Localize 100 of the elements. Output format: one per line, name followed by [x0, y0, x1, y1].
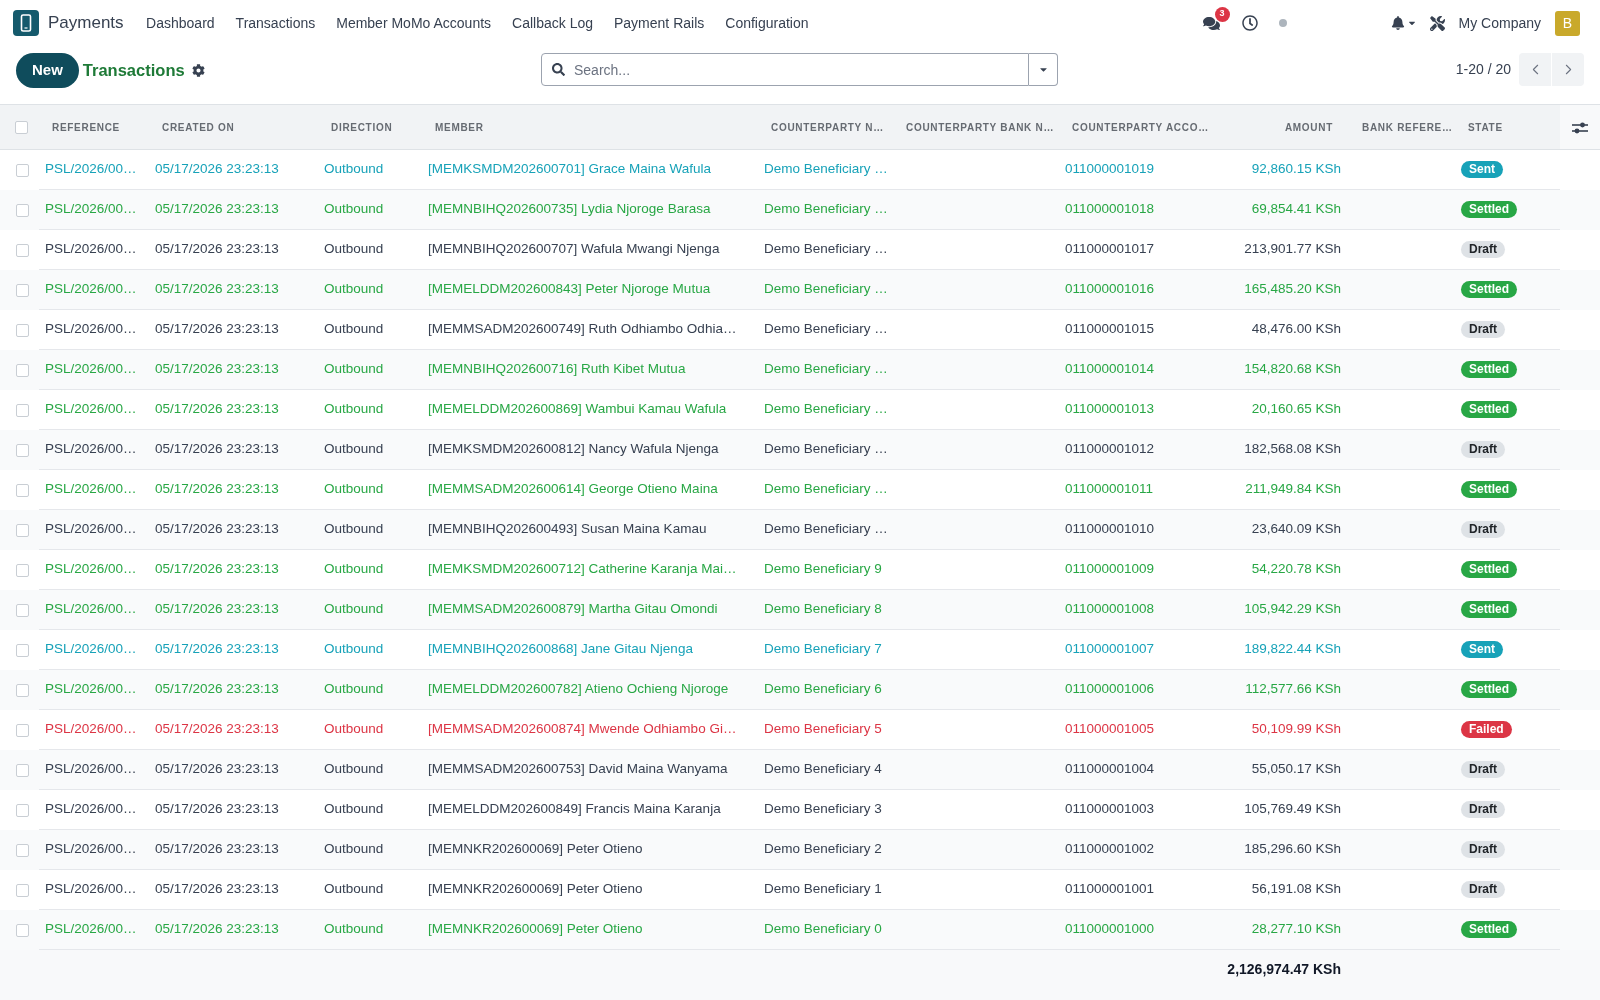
- table-cell: 05/17/2026 23:23:13: [149, 789, 318, 830]
- row-checkbox[interactable]: [16, 803, 29, 817]
- table-cell: Demo Beneficiary …: [758, 469, 893, 510]
- row-checkbox[interactable]: [16, 763, 29, 777]
- row-checkbox[interactable]: [16, 363, 29, 377]
- row-checkbox[interactable]: [16, 843, 29, 857]
- new-button[interactable]: New: [16, 53, 79, 88]
- menu-item[interactable]: Configuration: [714, 0, 820, 46]
- table-cell: 05/17/2026 23:23:13: [149, 269, 318, 310]
- table-cell: [MEMNBIHQ202600716] Ruth Kibet Mutua: [422, 349, 758, 390]
- column-header[interactable]: BANK REFERE…: [1349, 104, 1455, 150]
- table-cell: PSL/2026/00…: [39, 189, 149, 230]
- table-cell: 112,577.66 KSh: [1211, 669, 1349, 710]
- state-badge: Settled: [1461, 481, 1517, 499]
- row-checkbox[interactable]: [16, 643, 29, 657]
- app-name[interactable]: Payments: [48, 10, 124, 36]
- row-checkbox[interactable]: [16, 323, 29, 337]
- table-cell: Demo Beneficiary 5: [758, 709, 893, 750]
- search-options-button[interactable]: [1029, 53, 1058, 86]
- table-cell: 011000001010: [1059, 509, 1211, 550]
- menu-item[interactable]: Payment Rails: [603, 0, 715, 46]
- table-cell: 05/17/2026 23:23:13: [149, 749, 318, 790]
- table-cell: Demo Beneficiary 6: [758, 669, 893, 710]
- row-checkbox[interactable]: [16, 283, 29, 297]
- next-page-button[interactable]: [1552, 53, 1584, 86]
- table-cell: Outbound: [318, 149, 422, 190]
- table-cell: Outbound: [318, 189, 422, 230]
- table-cell: 182,568.08 KSh: [1211, 429, 1349, 470]
- row-checkbox[interactable]: [16, 443, 29, 457]
- row-checkbox[interactable]: [16, 403, 29, 417]
- column-header[interactable]: MEMBER: [422, 104, 758, 150]
- table-cell: 011000001011: [1059, 469, 1211, 510]
- company-name[interactable]: My Company: [1458, 12, 1541, 34]
- table-cell: 50,109.99 KSh: [1211, 709, 1349, 750]
- row-checkbox[interactable]: [16, 603, 29, 617]
- app-logo-icon[interactable]: [13, 10, 39, 36]
- table-cell: Outbound: [318, 269, 422, 310]
- table-cell: 05/17/2026 23:23:13: [149, 829, 318, 870]
- pager-range[interactable]: 1-20 / 20: [1455, 59, 1511, 80]
- table-cell: 011000001006: [1059, 669, 1211, 710]
- row-checkbox[interactable]: [16, 164, 29, 177]
- bell-icon[interactable]: [1390, 16, 1405, 30]
- table-cell: 48,476.00 KSh: [1211, 309, 1349, 350]
- row-checkbox[interactable]: [16, 883, 29, 897]
- column-header[interactable]: CREATED ON: [149, 104, 318, 150]
- table-cell: 05/17/2026 23:23:13: [149, 909, 318, 950]
- row-checkbox[interactable]: [16, 923, 29, 937]
- table-cell: 011000001012: [1059, 429, 1211, 470]
- column-header[interactable]: COUNTERPARTY BANK N…: [893, 104, 1059, 150]
- table-cell: 154,820.68 KSh: [1211, 349, 1349, 390]
- chat-icon[interactable]: [1202, 14, 1220, 32]
- column-header[interactable]: COUNTERPARTY ACCO…: [1059, 104, 1211, 150]
- menu-item[interactable]: Callback Log: [501, 0, 604, 46]
- clock-icon[interactable]: [1241, 15, 1258, 31]
- tools-icon[interactable]: [1429, 15, 1445, 31]
- table-cell: PSL/2026/00…: [39, 869, 149, 910]
- table-cell: Outbound: [318, 789, 422, 830]
- table-cell: PSL/2026/00…: [39, 909, 149, 950]
- column-header[interactable]: COUNTERPARTY N…: [758, 104, 893, 150]
- table-cell: PSL/2026/00…: [39, 149, 149, 190]
- search-field[interactable]: Search...: [541, 53, 1029, 86]
- table-cell: PSL/2026/00…: [39, 309, 149, 350]
- table-cell: 011000001015: [1059, 309, 1211, 350]
- table-cell: 011000001019: [1059, 149, 1211, 190]
- table-cell: PSL/2026/00…: [39, 629, 149, 670]
- table-cell: 56,191.08 KSh: [1211, 869, 1349, 910]
- table-cell: 185,296.60 KSh: [1211, 829, 1349, 870]
- row-checkbox[interactable]: [16, 483, 29, 497]
- menu-item[interactable]: Member MoMo Accounts: [325, 0, 502, 46]
- table-cell: 05/17/2026 23:23:13: [149, 469, 318, 510]
- column-header[interactable]: REFERENCE: [39, 104, 149, 150]
- row-checkbox[interactable]: [16, 243, 29, 257]
- table-cell: PSL/2026/00…: [39, 349, 149, 390]
- row-checkbox[interactable]: [16, 523, 29, 537]
- sliders-icon[interactable]: [1572, 120, 1588, 135]
- table-cell: 011000001009: [1059, 549, 1211, 590]
- table-cell: Demo Beneficiary …: [758, 189, 893, 230]
- row-checkbox[interactable]: [16, 203, 29, 217]
- column-header[interactable]: STATE: [1455, 104, 1560, 150]
- table-cell: 23,640.09 KSh: [1211, 509, 1349, 550]
- table-cell: Outbound: [318, 589, 422, 630]
- row-checkbox[interactable]: [16, 563, 29, 577]
- gear-icon[interactable]: [191, 64, 205, 77]
- previous-page-button[interactable]: [1519, 53, 1551, 86]
- column-header[interactable]: AMOUNT: [1211, 104, 1349, 150]
- row-checkbox[interactable]: [16, 683, 29, 697]
- menu-item[interactable]: Transactions: [225, 0, 326, 46]
- table-cell: PSL/2026/00…: [39, 789, 149, 830]
- row-checkbox[interactable]: [16, 723, 29, 737]
- table-cell: PSL/2026/00…: [39, 389, 149, 430]
- table-cell: 213,901.77 KSh: [1211, 229, 1349, 270]
- menu-item[interactable]: Dashboard: [135, 0, 226, 46]
- column-header[interactable]: DIRECTION: [318, 104, 422, 150]
- table-cell: [MEMMSADM202600753] David Maina Wanyama: [422, 749, 758, 790]
- table-cell: Demo Beneficiary 7: [758, 629, 893, 670]
- table-cell: [MEMELDDM202600849] Francis Maina Karanja: [422, 789, 758, 830]
- select-all-checkbox[interactable]: [15, 121, 28, 135]
- table-cell: 05/17/2026 23:23:13: [149, 149, 318, 190]
- table-cell: [MEMNBIHQ202600493] Susan Maina Kamau: [422, 509, 758, 550]
- table-cell: 20,160.65 KSh: [1211, 389, 1349, 430]
